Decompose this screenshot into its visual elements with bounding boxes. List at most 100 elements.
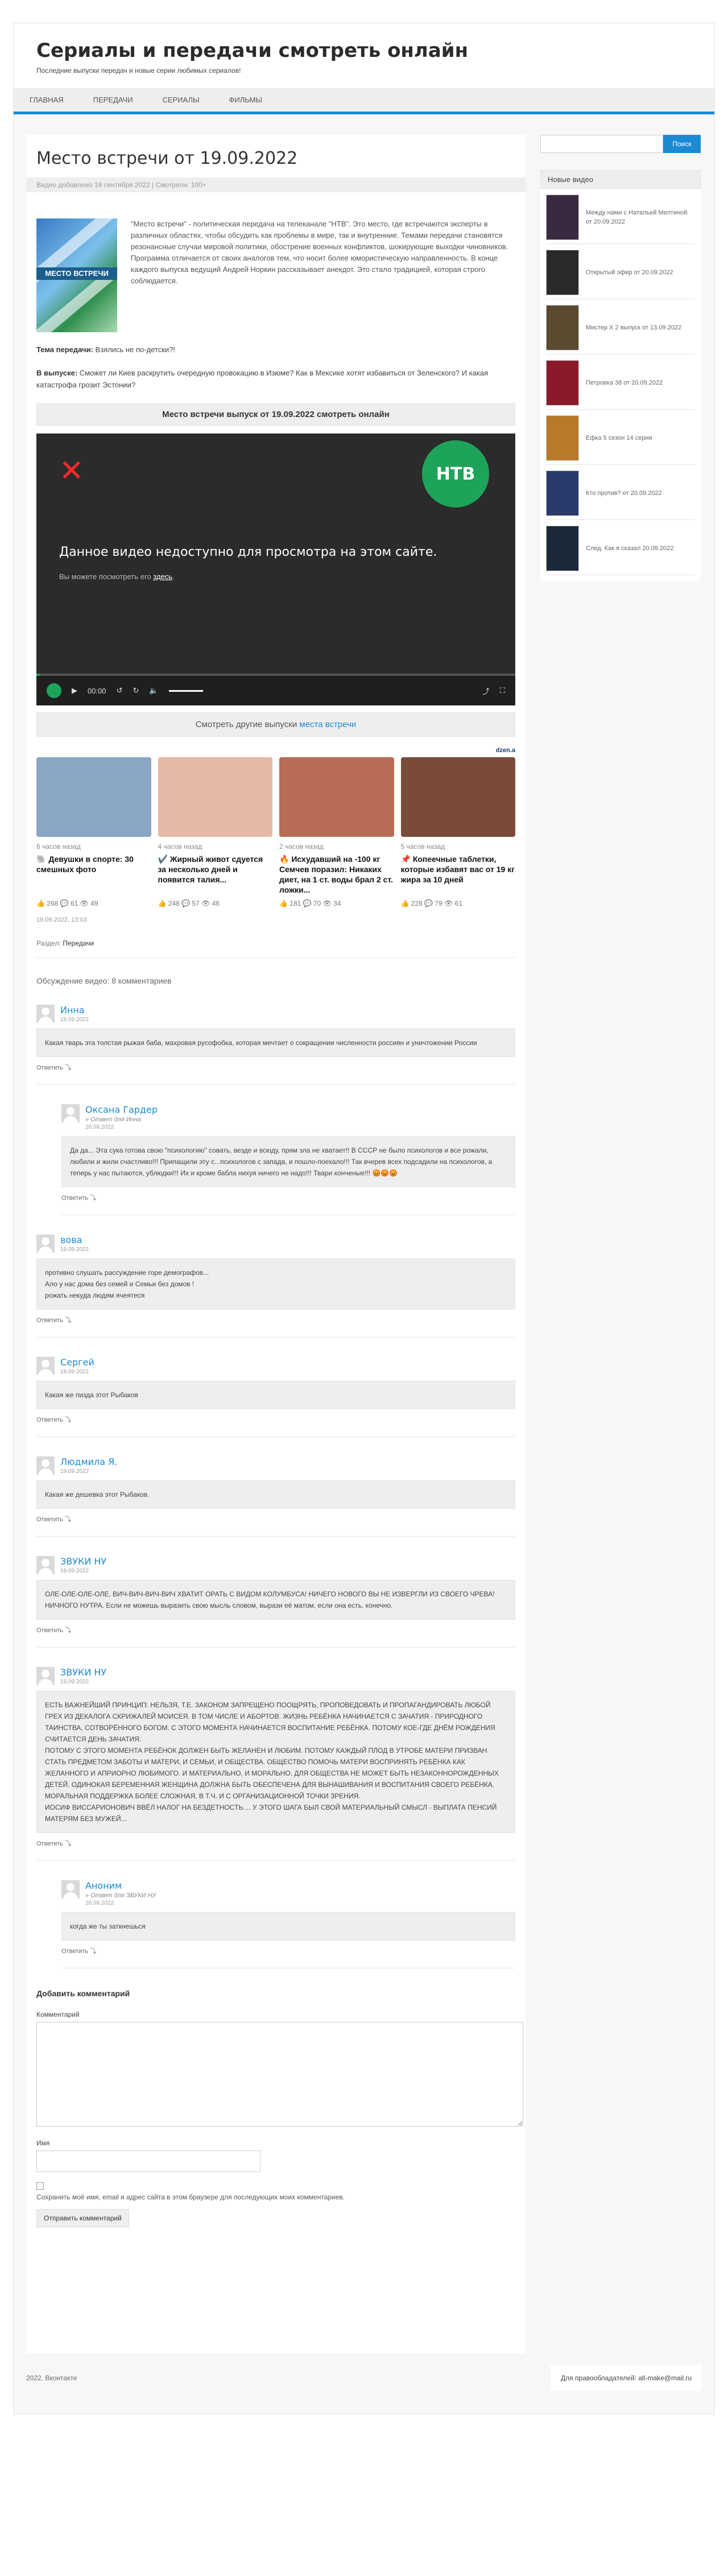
video-title[interactable]: След. Как я сказал 20.09.2022 bbox=[586, 544, 673, 553]
sidebar-video-item[interactable]: След. Как я сказал 20.09.2022 bbox=[546, 526, 695, 575]
video-title[interactable]: Петровка 38 от 20.09.2022 bbox=[586, 378, 663, 387]
reply-link[interactable]: Ответить ⤵ bbox=[61, 1946, 515, 1955]
rewind-icon[interactable]: ↺ bbox=[117, 686, 123, 695]
site-title[interactable]: Сериалы и передачи смотреть онлайн bbox=[36, 39, 692, 62]
search-input[interactable] bbox=[540, 135, 663, 153]
reply-link[interactable]: Ответить ⤵ bbox=[36, 1063, 515, 1072]
video-title[interactable]: Мистер X 2 выпуск от 13.09.2022 bbox=[586, 323, 681, 332]
teaser-card[interactable]: 4 часов назад ✔️ Жирный живот сдуется за … bbox=[158, 757, 273, 907]
save-info-checkbox[interactable] bbox=[36, 2182, 44, 2190]
comment-body: когда же ты заткнешься bbox=[61, 1912, 515, 1941]
submit-comment-button[interactable]: Отправить комментарий bbox=[36, 2209, 129, 2227]
comment-date: 20.09.2022 bbox=[85, 1900, 114, 1906]
teaser-card[interactable]: 2 часов назад 🔥 Исхудавший на -100 кг Сем… bbox=[279, 757, 394, 907]
teaser-image[interactable] bbox=[36, 757, 151, 837]
comment: Сергей 19.09.2022 Какая же пизда этот Рыба… bbox=[36, 1357, 515, 1437]
comment-body: Какая же дешевка этот Рыбаков. bbox=[36, 1480, 515, 1509]
post-date: 19.09.2022, 13:03 bbox=[36, 917, 87, 923]
comment-date: 19.09.2022 bbox=[60, 1679, 89, 1685]
teaser-image[interactable] bbox=[158, 757, 272, 837]
comment: вова 19.09.2022 противно слушать рассужден… bbox=[36, 1235, 515, 1337]
post-title: Место встречи от 19.09.2022 bbox=[36, 148, 298, 168]
video-title[interactable]: Кто против? от 20.09.2022 bbox=[586, 489, 662, 498]
comment-body: ЕСТЬ ВАЖНЕЙШИЙ ПРИНЦИП: НЕЛЬЗЯ, Т.Е. ЗАК… bbox=[36, 1691, 515, 1833]
footer-right: Для правообладателей: all-make@mail.ru bbox=[550, 2365, 702, 2391]
search-form: Поиск bbox=[540, 135, 701, 153]
sidebar-video-item[interactable]: Мистер X 2 выпуск от 13.09.2022 bbox=[546, 305, 695, 354]
reply-link[interactable]: Ответить ⤵ bbox=[61, 1193, 515, 1202]
nav-item-home[interactable]: Главная bbox=[30, 96, 64, 104]
content-layout: Место встречи от 19.09.2022 Видео добавл… bbox=[14, 114, 714, 2354]
teaser-time: 6 часов назад bbox=[36, 843, 81, 851]
teaser-title[interactable]: 📌 Копеечные таблетки, которые избавят ва… bbox=[401, 854, 516, 895]
teaser-title[interactable]: 🔥 Исхудавший на -100 кг Семчев поразил: … bbox=[279, 854, 394, 895]
video-thumbnail[interactable] bbox=[546, 470, 579, 516]
comment-author[interactable]: Инна bbox=[60, 1005, 89, 1015]
ntv-button-icon[interactable] bbox=[47, 683, 61, 698]
other-episodes: Смотреть другие выпуски места встречи bbox=[36, 712, 515, 737]
video-title[interactable]: Ефка 5 сезон 14 серия bbox=[586, 434, 652, 443]
comment-header: Сергей 19.09.2022 bbox=[36, 1357, 515, 1375]
other-episodes-link[interactable]: места встречи bbox=[299, 720, 356, 729]
search-button[interactable]: Поиск bbox=[663, 135, 701, 153]
comment-header: ЗВУКИ НУ 19.09.2022 bbox=[36, 1556, 515, 1574]
video-thumbnail[interactable] bbox=[546, 360, 579, 406]
sidebar-video-item[interactable]: Между нами с Натальей Мелтиной от 20.09.… bbox=[546, 195, 695, 244]
player-link[interactable]: здесь bbox=[153, 572, 172, 581]
sidebar-video-item[interactable]: Открытый эфир от 20.09.2022 bbox=[546, 250, 695, 299]
comment-reply-to: » Ответ для Инна bbox=[85, 1116, 141, 1123]
comment-header: Аноним» Ответ для ЗВУКИ НУ 20.09.2022 bbox=[61, 1880, 515, 1906]
issue-text: Сможет ли Киев раскрутить очередную пров… bbox=[36, 369, 489, 389]
video-thumbnail[interactable] bbox=[546, 305, 579, 350]
comment-author[interactable]: Оксана Гардер bbox=[85, 1104, 158, 1115]
volume-slider[interactable] bbox=[168, 690, 203, 692]
video-player[interactable]: ✕ НТВ Данное видео недоступно для просмо… bbox=[36, 434, 515, 705]
comment-textarea[interactable] bbox=[36, 2022, 523, 2127]
play-icon[interactable]: ▶ bbox=[72, 686, 77, 695]
nav-item-shows[interactable]: Передачи bbox=[93, 96, 133, 104]
poster-label: МЕСТО ВСТРЕЧИ bbox=[36, 267, 117, 280]
teaser-card[interactable]: 6 часов назад 🐘 Девушки в спорте: 30 смеш… bbox=[36, 757, 151, 907]
teaser-title[interactable]: 🐘 Девушки в спорте: 30 смешных фото bbox=[36, 854, 151, 895]
reply-link[interactable]: Ответить ⤵ bbox=[36, 1839, 515, 1848]
reply-link[interactable]: Ответить ⤵ bbox=[36, 1415, 515, 1424]
comment: Аноним» Ответ для ЗВУКИ НУ 20.09.2022 когд… bbox=[61, 1880, 515, 1968]
teaser-title[interactable]: ✔️ Жирный живот сдуется за несколько дне… bbox=[158, 854, 273, 895]
show-poster: МЕСТО ВСТРЕЧИ bbox=[36, 218, 117, 332]
comment-author[interactable]: вова bbox=[60, 1235, 89, 1245]
comment-header: Инна 19.09.2022 bbox=[36, 1005, 515, 1023]
post-intro-text: "Место встречи" - политическая передача … bbox=[131, 220, 508, 285]
teaser-card[interactable]: 5 часов назад 📌 Копеечные таблетки, котор… bbox=[400, 757, 516, 907]
sidebar-video-item[interactable]: Ефка 5 сезон 14 серия bbox=[546, 415, 695, 465]
sidebar-video-item[interactable]: Кто против? от 20.09.2022 bbox=[546, 470, 695, 520]
new-videos-widget: Новые видео Между нами с Натальей Мелтин… bbox=[540, 170, 701, 581]
reply-link[interactable]: Ответить ⤵ bbox=[36, 1315, 515, 1324]
video-title[interactable]: Между нами с Натальей Мелтиной от 20.09.… bbox=[586, 208, 695, 226]
nav-item-films[interactable]: Фильмы bbox=[229, 96, 262, 104]
fullscreen-icon[interactable]: ⛶ bbox=[500, 686, 505, 695]
comment-header: Оксана Гардер» Ответ для Инна 20.09.2022 bbox=[61, 1104, 515, 1130]
video-thumbnail[interactable] bbox=[546, 250, 579, 295]
teaser-image[interactable] bbox=[400, 757, 515, 837]
comment-author[interactable]: Сергей bbox=[60, 1357, 94, 1368]
section-link[interactable]: Передачи bbox=[63, 939, 94, 947]
comment-author[interactable]: Аноним bbox=[85, 1880, 156, 1891]
sidebar-video-item[interactable]: Петровка 38 от 20.09.2022 bbox=[546, 360, 695, 410]
comment: Инна 19.09.2022 Какая тварь эта толстая ры… bbox=[36, 1005, 515, 1085]
video-thumbnail[interactable] bbox=[546, 415, 579, 461]
video-thumbnail[interactable] bbox=[546, 526, 579, 571]
nav-item-series[interactable]: Сериалы bbox=[162, 96, 199, 104]
video-thumbnail[interactable] bbox=[546, 195, 579, 240]
teaser-image[interactable] bbox=[279, 757, 394, 837]
reply-link[interactable]: Ответить ⤵ bbox=[36, 1514, 515, 1524]
comment-author[interactable]: ЗВУКИ НУ bbox=[60, 1667, 106, 1678]
comment-date: 19.09.2022 bbox=[60, 1017, 89, 1023]
comment-author[interactable]: Людмила Я. bbox=[60, 1456, 117, 1467]
name-input[interactable] bbox=[36, 2150, 260, 2172]
reply-link[interactable]: Ответить ⤵ bbox=[36, 1625, 515, 1634]
comment-author[interactable]: ЗВУКИ НУ bbox=[60, 1556, 106, 1567]
share-icon[interactable]: ⤴ bbox=[482, 686, 490, 696]
volume-icon[interactable]: 🔈 bbox=[149, 686, 158, 695]
video-title[interactable]: Открытый эфир от 20.09.2022 bbox=[586, 268, 673, 277]
forward-icon[interactable]: ↻ bbox=[133, 686, 139, 695]
